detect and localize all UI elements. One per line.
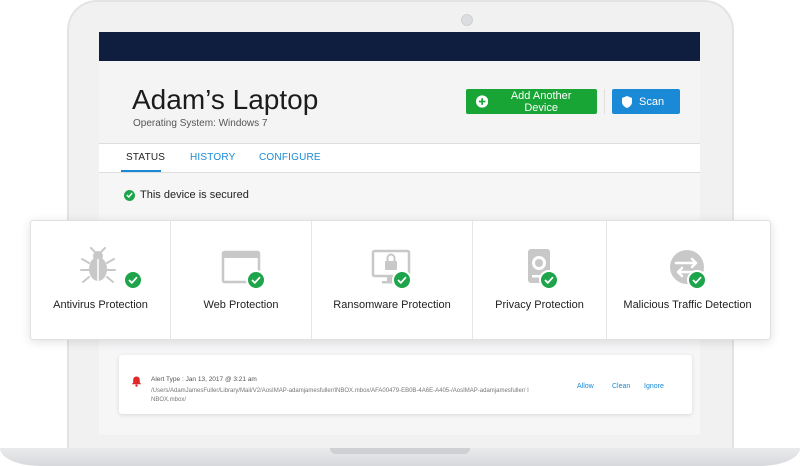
add-device-label: Add Another Device xyxy=(510,89,572,114)
button-divider xyxy=(604,89,605,114)
secured-status: This device is secured xyxy=(124,189,249,201)
tab-bar: STATUS HISTORY CONFIGURE xyxy=(99,143,700,173)
bell-icon xyxy=(131,376,142,387)
protection-tile-antivirus[interactable]: Antivirus Protection xyxy=(31,221,171,339)
plus-circle-icon xyxy=(476,95,489,108)
camera-dot xyxy=(461,14,473,26)
os-info: Operating System: Windows 7 xyxy=(133,118,268,129)
protection-tile-privacy[interactable]: Privacy Protection xyxy=(473,221,607,339)
ignore-link[interactable]: Ignore xyxy=(644,383,664,390)
alert-type: Alert Type : Jan 13, 2017 @ 3:21 am xyxy=(151,376,257,383)
scan-button[interactable]: Scan xyxy=(612,89,680,114)
laptop-base-notch xyxy=(330,448,470,454)
check-circle-icon xyxy=(123,270,143,290)
check-circle-icon xyxy=(124,189,135,201)
check-circle-icon xyxy=(392,270,412,290)
alert-card: Alert Type : Jan 13, 2017 @ 3:21 am /Use… xyxy=(119,355,692,414)
tab-configure[interactable]: CONFIGURE xyxy=(259,152,321,163)
page-title: Adam’s Laptop xyxy=(132,84,319,115)
shield-icon xyxy=(622,95,632,108)
check-circle-icon xyxy=(539,270,559,290)
tab-status[interactable]: STATUS xyxy=(126,152,165,163)
bug-icon xyxy=(80,247,116,283)
protection-tile-ransomware[interactable]: Ransomware Protection xyxy=(312,221,473,339)
protection-tile-web[interactable]: Web Protection xyxy=(171,221,312,339)
protection-label: Web Protection xyxy=(203,299,279,311)
protection-label: Malicious Traffic Detection xyxy=(623,299,752,311)
active-tab-indicator xyxy=(121,170,161,172)
protection-label: Antivirus Protection xyxy=(53,299,148,311)
alert-file-path: /Users/AdamJamesFuller/Library/Mail/V2/A… xyxy=(151,388,529,403)
top-navigation-bar xyxy=(99,32,700,61)
protection-tile-traffic[interactable]: Malicious Traffic Detection xyxy=(607,221,768,339)
scan-label: Scan xyxy=(639,95,665,108)
clean-link[interactable]: Clean xyxy=(612,383,630,390)
tab-history[interactable]: HISTORY xyxy=(190,152,236,163)
protection-label: Privacy Protection xyxy=(495,299,584,311)
allow-link[interactable]: Allow xyxy=(577,383,594,390)
add-device-button[interactable]: Add Another Device xyxy=(466,89,597,114)
check-circle-icon xyxy=(687,270,707,290)
check-circle-icon xyxy=(246,270,266,290)
protection-label: Ransomware Protection xyxy=(333,299,451,311)
secured-status-text: This device is secured xyxy=(140,189,249,201)
protection-panel: Antivirus Protection Web Protection Rans… xyxy=(30,220,771,340)
